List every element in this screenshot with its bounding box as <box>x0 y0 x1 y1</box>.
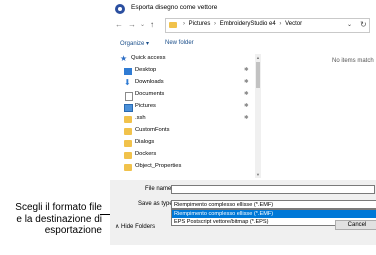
chevron-down-icon[interactable]: ⌄ <box>347 21 352 28</box>
refresh-icon[interactable]: ↻ <box>360 20 367 29</box>
sidebar-item-customfonts[interactable]: CustomFonts <box>120 126 254 137</box>
callout-line-1: Scegli il formato file <box>15 202 102 213</box>
breadcrumb: › Pictures › EmbroideryStudio e4 › Vecto… <box>181 21 302 27</box>
sidebar-item-object-properties[interactable]: Object_Properties <box>120 162 254 173</box>
command-toolbar: Organize ▾ New folder <box>110 36 376 50</box>
pin-icon: ✱ <box>244 115 249 121</box>
document-icon <box>125 92 133 101</box>
folder-icon <box>124 164 132 171</box>
save-type-label: Save as type: <box>138 201 175 207</box>
star-icon: ★ <box>120 54 128 63</box>
callout-text: Scegli il formato file e la destinazione… <box>0 202 102 237</box>
sidebar-item-label: .ssh <box>135 115 146 121</box>
sidebar-item-label: CustomFonts <box>135 127 170 133</box>
file-name-input[interactable] <box>171 185 375 194</box>
address-bar[interactable]: › Pictures › EmbroideryStudio e4 › Vecto… <box>165 18 370 33</box>
save-type-select[interactable]: Riempimento complesso ellisse (*.EMF) <box>171 200 376 209</box>
back-arrow-icon[interactable]: ← <box>115 20 123 29</box>
new-folder-button[interactable]: New folder <box>165 40 194 46</box>
sidebar-item-pictures[interactable]: Pictures ✱ <box>120 102 254 113</box>
sidebar-item-label: Pictures <box>135 103 156 109</box>
sidebar-item-label: Dockers <box>135 151 157 157</box>
breadcrumb-embroiderystudio[interactable]: EmbroideryStudio e4 <box>220 21 276 27</box>
sidebar-scrollbar[interactable]: ▲ ▼ <box>255 54 261 178</box>
organize-menu[interactable]: Organize ▾ <box>120 40 149 47</box>
breadcrumb-separator: › <box>214 21 217 27</box>
window-title: Esporta disegno come vettore <box>131 4 218 11</box>
recent-locations-icon[interactable]: ⌄ <box>140 21 145 28</box>
save-type-option-emf[interactable]: Riempimento complesso ellisse (*.EMF) <box>172 210 376 218</box>
pin-icon: ✱ <box>244 79 249 85</box>
hide-folders-toggle[interactable]: ∧ Hide Folders <box>115 223 155 230</box>
sidebar-item-ssh[interactable]: .ssh ✱ <box>120 114 254 125</box>
forward-arrow-icon[interactable]: → <box>128 20 136 29</box>
folder-icon <box>124 128 132 135</box>
export-dialog: Esporta disegno come vettore ← → ⌄ ↑ › P… <box>110 0 376 245</box>
pin-icon: ✱ <box>244 91 249 97</box>
pin-icon: ✱ <box>244 103 249 109</box>
scroll-down-icon[interactable]: ▼ <box>255 172 261 177</box>
folder-icon <box>169 22 177 28</box>
scroll-thumb[interactable] <box>256 62 260 88</box>
sidebar-item-desktop[interactable]: Desktop ✱ <box>120 66 254 77</box>
download-icon: ⬇ <box>124 78 131 87</box>
breadcrumb-pictures[interactable]: Pictures <box>189 21 211 27</box>
breadcrumb-vector[interactable]: Vector <box>285 21 302 27</box>
pin-icon: ✱ <box>244 67 249 73</box>
sidebar-item-dialogs[interactable]: Dialogs <box>120 138 254 149</box>
breadcrumb-separator: › <box>183 21 185 27</box>
save-form-panel: File name: Save as type: Riempimento com… <box>110 180 376 245</box>
up-arrow-icon[interactable]: ↑ <box>150 20 154 29</box>
sidebar-item-quick-access[interactable]: ★ Quick access <box>120 54 254 65</box>
navigation-pane: ★ Quick access Desktop ✱ ⬇ Downloads ✱ D… <box>120 54 250 178</box>
file-name-label: File name: <box>145 186 174 192</box>
empty-folder-message: No items match <box>332 58 374 64</box>
sidebar-item-documents[interactable]: Documents ✱ <box>120 90 254 101</box>
sidebar-item-downloads[interactable]: ⬇ Downloads ✱ <box>120 78 254 89</box>
pictures-icon <box>124 104 133 112</box>
breadcrumb-separator: › <box>279 21 282 27</box>
sidebar-item-label: Downloads <box>135 79 164 85</box>
folder-icon <box>124 152 132 159</box>
cancel-button[interactable]: Cancel <box>335 220 376 230</box>
folder-icon <box>124 116 132 123</box>
sidebar-item-label: Object_Properties <box>135 163 182 169</box>
callout-line-3: esportazione <box>44 225 102 236</box>
app-logo-icon <box>115 4 125 14</box>
folder-icon <box>124 140 132 147</box>
sidebar-item-label: Documents <box>135 91 165 97</box>
title-bar: Esporta disegno come vettore <box>110 0 376 20</box>
callout-line-2: e la destinazione di <box>16 213 102 225</box>
sidebar-item-label: Dialogs <box>135 139 155 145</box>
desktop-icon <box>124 68 132 75</box>
sidebar-item-label: Desktop <box>135 67 157 73</box>
scroll-up-icon[interactable]: ▲ <box>255 55 261 60</box>
sidebar-item-label: Quick access <box>131 55 166 61</box>
sidebar-item-dockers[interactable]: Dockers <box>120 150 254 161</box>
